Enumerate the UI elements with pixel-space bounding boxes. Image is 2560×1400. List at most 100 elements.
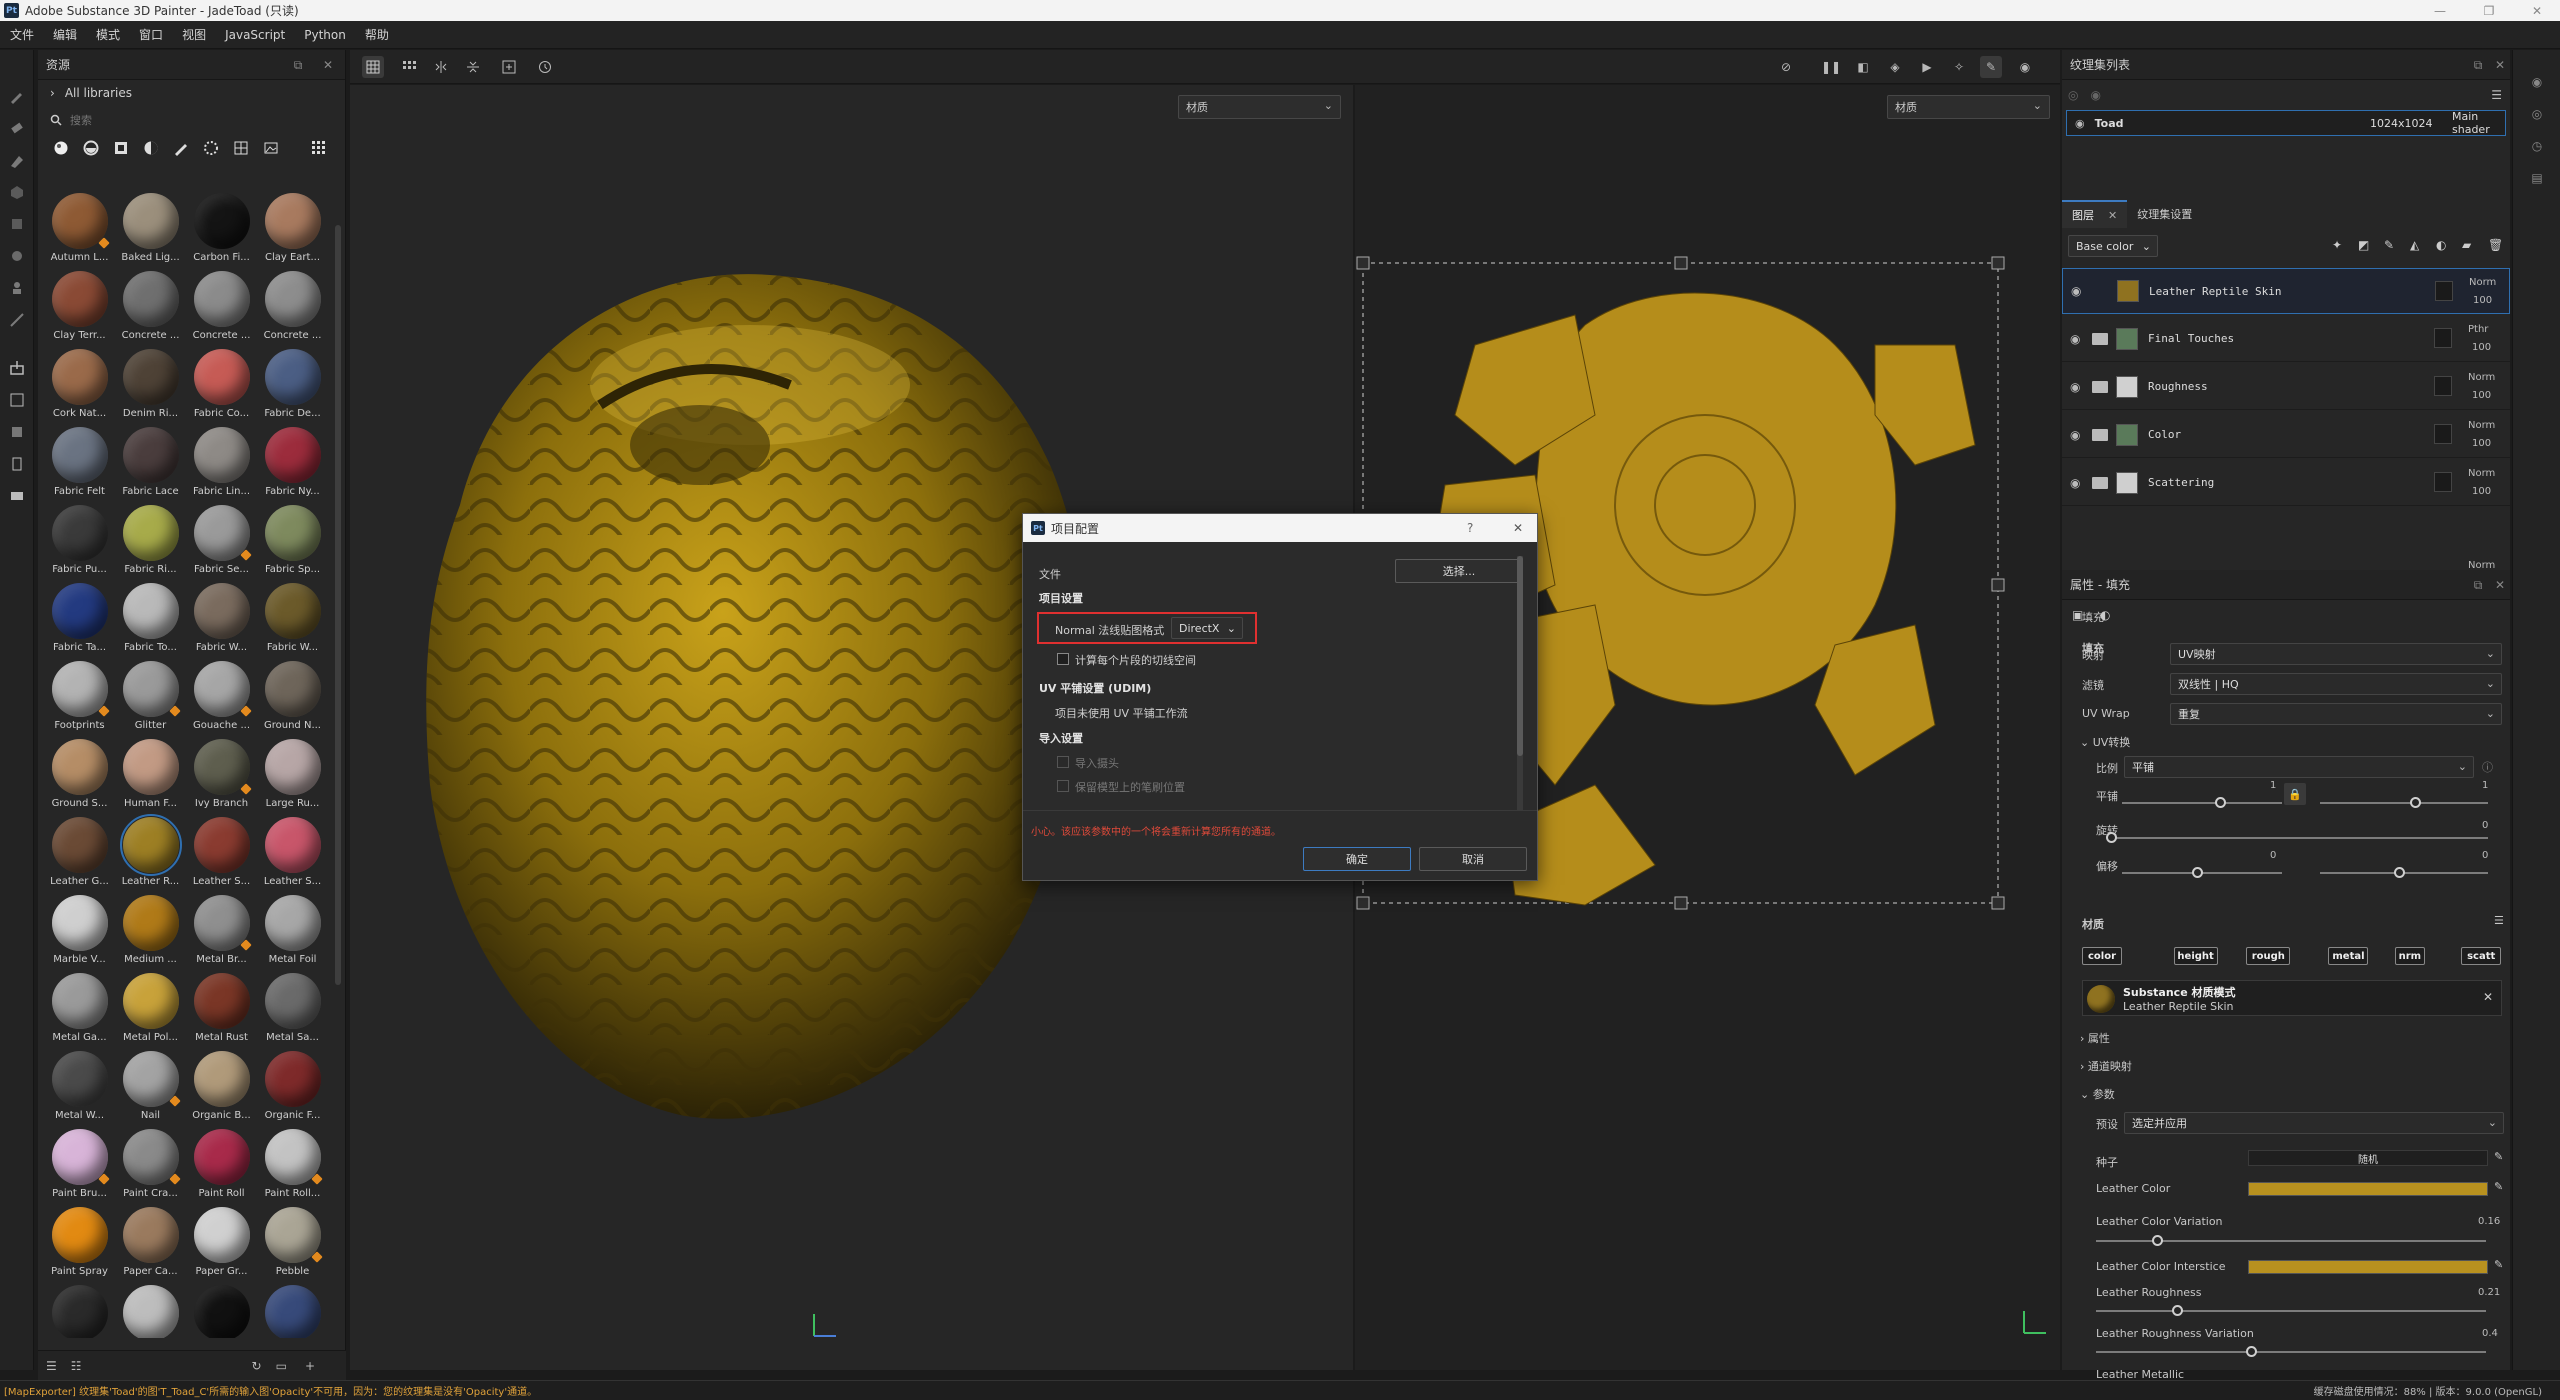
menu-python[interactable]: Python [304, 28, 346, 42]
single-view-icon[interactable] [362, 56, 384, 78]
bake-icon[interactable] [0, 416, 34, 448]
menu-view[interactable]: 视图 [182, 26, 206, 43]
material-thumbnail-item[interactable]: Concrete ... [115, 266, 186, 344]
close-window-button[interactable]: ✕ [2522, 0, 2552, 21]
import-cameras-checkbox[interactable] [1057, 756, 1069, 768]
layer-blend-mode[interactable]: Norm [2468, 468, 2495, 479]
assets-scrollbar[interactable] [335, 225, 341, 985]
material-thumbnail-item[interactable]: Fabric Pu... [44, 500, 115, 578]
folder-icon[interactable] [2092, 476, 2108, 489]
layer-row[interactable]: ◉ Roughness Norm 100 [2062, 364, 2510, 410]
material-thumbnail-item[interactable]: Fabric Lin... [186, 422, 257, 500]
leather-color-interstice-swatch[interactable] [2248, 1260, 2488, 1274]
leather-roughness-variation-knob[interactable] [2246, 1346, 2257, 1357]
tiling-slider-knob-2[interactable] [2410, 797, 2421, 808]
menu-window[interactable]: 窗口 [139, 26, 163, 43]
visibility-all-icon[interactable]: ◎ [2068, 88, 2078, 102]
filter-smart-material-icon[interactable] [76, 137, 106, 159]
input-maps-section[interactable]: › 通道映射 [2080, 1058, 2132, 1074]
offset-slider-knob-2[interactable] [2394, 867, 2405, 878]
normal-format-select[interactable]: DirectX ⌄ [1171, 617, 1243, 639]
info-icon[interactable]: ⓘ [2482, 759, 2493, 775]
material-thumbnail-item[interactable]: Autumn L... [44, 188, 115, 266]
material-thumbnail-item[interactable]: Pebble [257, 1202, 328, 1280]
filter-mask-icon[interactable] [106, 137, 136, 159]
pause-render-icon[interactable]: ❚❚ [1820, 56, 1842, 78]
menu-javascript[interactable]: JavaScript [225, 28, 285, 42]
layer-blend-mode[interactable]: Norm [2469, 277, 2496, 288]
material-channel-chip[interactable]: nrm [2394, 947, 2425, 965]
filter-material-icon[interactable] [46, 137, 76, 159]
filter-select[interactable]: 双线性 | HQ ⌄ [2170, 673, 2502, 695]
split-view-icon[interactable] [398, 56, 420, 78]
layer-row[interactable]: ◉ Scattering Norm 100 [2062, 460, 2510, 506]
material-thumbnail-item[interactable]: Ivy Branch [186, 734, 257, 812]
undock-icon[interactable]: ⧉ [2470, 57, 2486, 73]
channel-select[interactable]: Base color ⌄ [2068, 235, 2158, 257]
material-thumbnail-item[interactable]: Paint Roll... [257, 1124, 328, 1202]
texture-set-icon[interactable] [0, 384, 34, 416]
material-thumbnail-item[interactable]: Metal Sa... [257, 968, 328, 1046]
layer-opacity[interactable]: 100 [2472, 390, 2491, 401]
add-smart-material-icon[interactable]: ◐ [2436, 238, 2446, 252]
undock-icon[interactable]: ⧉ [290, 57, 306, 73]
material-thumbnail-item[interactable]: Paper Ca... [115, 1202, 186, 1280]
path-tool-icon[interactable] [0, 304, 34, 336]
layer-mask-thumbnail[interactable] [2434, 472, 2452, 492]
material-thumbnail-item[interactable]: Pocket Pa... [257, 1280, 328, 1338]
scale-mode-select[interactable]: 平铺 ⌄ [2124, 756, 2474, 778]
material-thumbnail-item[interactable]: Fabric Felt [44, 422, 115, 500]
grid-view-icon[interactable] [304, 137, 334, 159]
material-thumbnail-item[interactable]: Organic B... [186, 1046, 257, 1124]
remove-material-icon[interactable]: ✕ [2483, 990, 2493, 1004]
clone-tool-icon[interactable] [0, 240, 34, 272]
material-thumbnail-item[interactable]: Large Ru... [257, 734, 328, 812]
params-section[interactable]: ⌄ 参数 [2080, 1086, 2115, 1102]
eye-icon[interactable]: ◉ [2075, 117, 2085, 130]
material-thumbnail-item[interactable]: Metal Foil [257, 890, 328, 968]
eye-icon[interactable]: ◉ [2071, 284, 2089, 298]
geometry-mask-tool-icon[interactable] [0, 176, 34, 208]
filter-list-icon[interactable]: ☷ [71, 1359, 82, 1373]
leather-roughness-track[interactable] [2096, 1310, 2486, 1312]
filter-texture-icon[interactable] [226, 137, 256, 159]
eyedropper-icon[interactable]: ✎ [2494, 1258, 2503, 1271]
material-thumbnail-item[interactable]: Fabric To... [115, 578, 186, 656]
export-icon[interactable] [0, 448, 34, 480]
eye-icon[interactable]: ◉ [2070, 380, 2088, 394]
symmetry-icon[interactable]: ◧ [1852, 56, 1874, 78]
eye-icon[interactable]: ◉ [2070, 332, 2088, 346]
mirror-y-icon[interactable] [462, 56, 484, 78]
layer-row[interactable]: ◉ Final Touches Pthr 100 [2062, 316, 2510, 362]
folder-icon[interactable] [2092, 332, 2108, 345]
add-view-icon[interactable] [498, 56, 520, 78]
folder-icon[interactable] [2092, 380, 2108, 393]
material-thumbnail-item[interactable]: Metal Ga... [44, 968, 115, 1046]
material-thumbnail-item[interactable]: Fabric Co... [186, 344, 257, 422]
material-thumbnail-item[interactable]: Fabric Lace [115, 422, 186, 500]
layer-row[interactable]: ◉ Leather Reptile Skin Norm 100 [2062, 268, 2510, 314]
add-effect-icon[interactable]: ✦ [2332, 238, 2342, 252]
material-thumbnail-item[interactable]: Paint Roll [186, 1124, 257, 1202]
menu-file[interactable]: 文件 [10, 26, 34, 43]
material-thumbnail-item[interactable]: Fabric Ny... [257, 422, 328, 500]
tiling-slider-track-2[interactable] [2320, 802, 2488, 804]
cube-view-icon[interactable]: ◈ [1884, 56, 1906, 78]
close-panel-icon[interactable]: ✕ [320, 57, 336, 73]
material-thumbnail-item[interactable]: Leather R... [115, 812, 186, 890]
substance-material-card[interactable]: Substance 材质模式 Leather Reptile Skin ✕ [2082, 980, 2502, 1016]
dialog-scrollbar[interactable] [1517, 556, 1523, 814]
textureset-list-icon[interactable]: ◉ [2513, 66, 2560, 98]
paint-brush-tool-icon[interactable] [0, 80, 34, 112]
material-thumbnail-item[interactable]: Leather S... [257, 812, 328, 890]
add-fill-layer-icon[interactable]: ◭ [2410, 238, 2419, 252]
layer-blend-mode[interactable]: Pthr [2468, 324, 2488, 335]
list-view-icon[interactable]: ☰ [46, 1359, 57, 1373]
screenshot-camera-icon[interactable]: ◉ [2014, 56, 2036, 78]
eraser-tool-icon[interactable] [0, 112, 34, 144]
layer-opacity[interactable]: 100 [2472, 342, 2491, 353]
material-thumbnail-item[interactable]: Leather S... [186, 812, 257, 890]
material-thumbnail-item[interactable]: Concrete ... [257, 266, 328, 344]
ok-button[interactable]: 确定 [1303, 847, 1411, 871]
hide-ui-icon[interactable]: ⊘ [1775, 56, 1797, 78]
